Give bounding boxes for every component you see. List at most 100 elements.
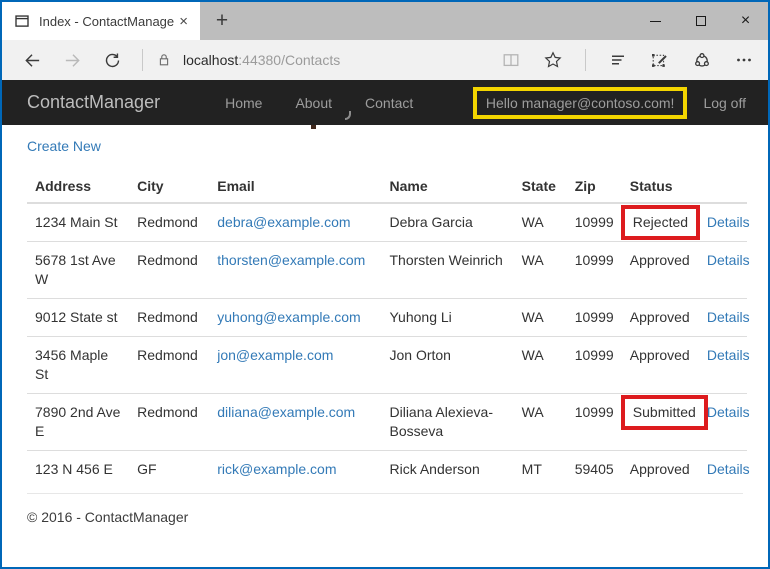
favorites-star-icon[interactable] [543,50,563,70]
cell-state: WA [514,242,567,299]
cell-zip: 10999 [567,394,622,451]
details-link[interactable]: Details [707,252,750,268]
url-host: localhost [183,52,238,68]
cell-city: Redmond [129,299,209,337]
titlebar: Index - ContactManage × + × [2,2,768,40]
cell-state: WA [514,337,567,394]
details-link[interactable]: Details [707,309,750,325]
cell-state: WA [514,203,567,242]
cell-city: Redmond [129,242,209,299]
status-value: Approved [630,347,690,363]
maximize-button[interactable] [678,2,723,40]
greeting-highlight-annotation: Hello manager@contoso.com! [473,87,688,119]
share-icon[interactable] [692,50,712,70]
cell-zip: 10999 [567,299,622,337]
forward-button[interactable] [63,51,82,70]
header-zip: Zip [567,170,622,203]
tab-close-icon[interactable]: × [175,13,192,30]
reading-view-icon[interactable] [501,50,521,70]
cell-address: 1234 Main St [27,203,129,242]
refresh-button[interactable] [103,51,122,70]
cell-zip: 10999 [567,203,622,242]
minimize-button[interactable] [633,2,678,40]
details-link[interactable]: Details [707,404,750,420]
toolbar-separator [585,49,586,71]
nav-link-contact[interactable]: Contact [365,95,413,111]
details-link[interactable]: Details [707,214,750,230]
cell-zip: 10999 [567,337,622,394]
cell-zip: 10999 [567,242,622,299]
header-address: Address [27,170,129,203]
cell-name: Thorsten Weinrich [381,242,513,299]
clipped-heading-fragment [345,111,351,120]
lock-icon [156,52,172,68]
header-email: Email [209,170,381,203]
cell-city: Redmond [129,337,209,394]
table-row: 3456 Maple St Redmond jon@example.com Jo… [27,337,747,394]
table-header-row: Address City Email Name State Zip Status [27,170,747,203]
header-status: Status [622,170,699,203]
cell-city: Redmond [129,394,209,451]
more-options-icon[interactable] [734,50,754,70]
email-link[interactable]: debra@example.com [217,214,350,230]
minimize-icon [650,21,661,22]
maximize-icon [696,16,706,26]
status-highlight-annotation: Rejected [621,205,700,240]
cell-name: Yuhong Li [381,299,513,337]
header-actions [699,170,747,203]
cell-address: 123 N 456 E [27,451,129,489]
cell-name: Debra Garcia [381,203,513,242]
address-bar[interactable]: localhost:44380/Contacts [183,52,479,68]
status-highlight-annotation: Submitted [621,395,708,430]
details-link[interactable]: Details [707,461,750,477]
new-tab-button[interactable]: + [200,2,244,40]
status-value: Approved [630,309,690,325]
tab-title: Index - ContactManage [39,14,175,29]
back-button[interactable] [23,51,42,70]
cell-state: WA [514,299,567,337]
nav-link-home[interactable]: Home [225,95,262,111]
cell-address: 9012 State st [27,299,129,337]
header-state: State [514,170,567,203]
close-button[interactable]: × [723,2,768,40]
status-value: Approved [630,461,690,477]
table-row: 5678 1st Ave W Redmond thorsten@example.… [27,242,747,299]
email-link[interactable]: jon@example.com [217,347,333,363]
email-link[interactable]: thorsten@example.com [217,252,365,268]
status-value: Rejected [633,214,688,230]
table-row: 1234 Main St Redmond debra@example.com D… [27,203,747,242]
hub-icon[interactable] [608,50,628,70]
details-link[interactable]: Details [707,347,750,363]
user-greeting-link[interactable]: Hello manager@contoso.com! [486,95,675,111]
browser-toolbar: localhost:44380/Contacts [2,40,768,80]
nav-link-about[interactable]: About [295,95,332,111]
cell-address: 3456 Maple St [27,337,129,394]
cell-address: 5678 1st Ave W [27,242,129,299]
cell-state: MT [514,451,567,489]
contacts-table: Address City Email Name State Zip Status… [27,170,747,488]
brand-link[interactable]: ContactManager [27,92,160,113]
log-off-link[interactable]: Log off [703,95,746,111]
cell-city: GF [129,451,209,489]
footer-copyright: © 2016 - ContactManager [27,509,743,525]
close-icon: × [741,13,750,29]
titlebar-drag-area [244,2,633,40]
email-link[interactable]: diliana@example.com [217,404,355,420]
cell-zip: 59405 [567,451,622,489]
browser-tab[interactable]: Index - ContactManage × [2,2,200,40]
browser-window: Index - ContactManage × + × localhost:44… [0,0,770,569]
email-link[interactable]: yuhong@example.com [217,309,360,325]
cell-name: Rick Anderson [381,451,513,489]
cell-address: 7890 2nd Ave E [27,394,129,451]
url-path: :44380/Contacts [238,52,340,68]
cell-name: Diliana Alexieva-Bosseva [381,394,513,451]
clipped-heading-fragment [311,125,316,129]
header-name: Name [381,170,513,203]
email-link[interactable]: rick@example.com [217,461,336,477]
web-note-icon[interactable] [650,50,670,70]
toolbar-separator [142,49,143,71]
cell-city: Redmond [129,203,209,242]
cell-state: WA [514,394,567,451]
create-new-link[interactable]: Create New [27,138,101,154]
page-favicon-icon [14,13,30,29]
